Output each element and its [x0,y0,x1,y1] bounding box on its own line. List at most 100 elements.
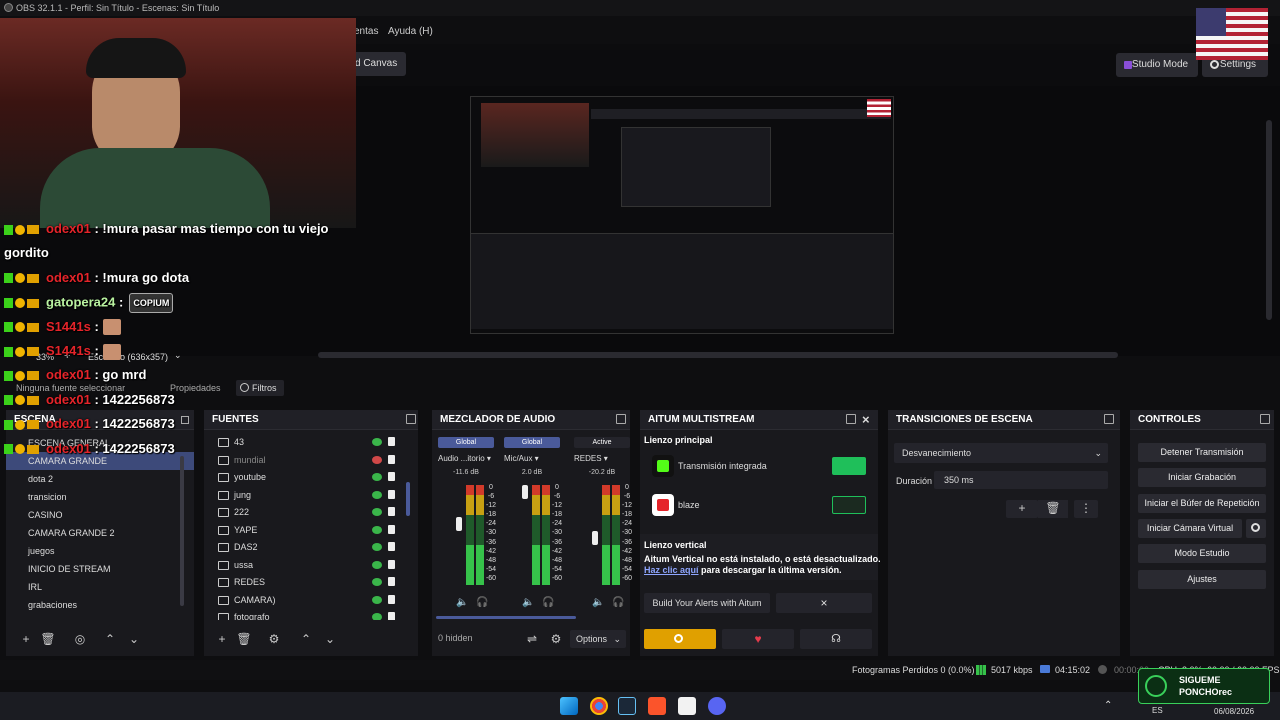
windows-start-icon[interactable] [560,697,578,715]
monitor-headphones-icon[interactable]: 🎧 [612,597,624,608]
studio-mode-button[interactable]: Studio Mode [1116,53,1198,77]
start-virtual-camera-button[interactable]: Iniciar Cámara Virtual [1138,519,1242,538]
mute-speaker-icon[interactable]: 🔈 [592,597,604,608]
scene-item[interactable]: dota 2 [6,470,194,488]
lock-icon[interactable] [388,594,395,604]
source-settings-button[interactable]: ⚙ [266,631,282,647]
stream-preview[interactable] [470,96,894,334]
visibility-eye-icon[interactable] [372,595,382,604]
file-icon[interactable] [678,697,696,715]
source-item[interactable]: jung [204,487,418,505]
source-item[interactable]: youtube [204,469,418,487]
menu-item-help[interactable]: Ayuda (H) [388,26,433,37]
lock-icon[interactable] [388,612,395,620]
lock-icon[interactable] [388,454,395,464]
mixer-layout-button[interactable]: ⇌ [524,631,540,647]
volume-fader[interactable] [456,517,462,531]
mixer-scrollbar[interactable] [436,616,576,619]
transition-select[interactable]: Desvanecimiento ⌄ [894,443,1108,463]
move-scene-up-button[interactable]: ⌃ [102,631,118,647]
visibility-eye-icon[interactable] [372,473,382,481]
tray-chevron-icon[interactable]: ⌃ [1104,700,1112,711]
add-source-button[interactable]: + [214,631,230,647]
stop-streaming-button[interactable]: Detener Transmisión [1138,443,1266,462]
delete-source-button[interactable]: 🗑 [236,631,252,647]
channel-tag[interactable]: Global [504,437,560,448]
start-replay-buffer-button[interactable]: Iniciar el Búfer de Repetición [1138,494,1266,513]
visibility-eye-icon[interactable] [372,508,382,516]
source-item[interactable]: fotografo [204,609,418,620]
channel-tag[interactable]: Active [574,437,630,448]
scene-item[interactable]: IRL [6,578,194,596]
visibility-eye-icon[interactable] [372,613,382,620]
lock-icon[interactable] [388,489,395,499]
delete-transition-button[interactable]: 🗑 [1038,500,1068,518]
move-scene-down-button[interactable]: ⌄ [126,631,142,647]
stream-toggle-button[interactable] [832,457,866,475]
visibility-eye-icon[interactable] [372,560,382,569]
monitor-headphones-icon[interactable]: 🎧 [542,597,554,608]
monitor-headphones-icon[interactable]: 🎧 [476,597,488,608]
multistream-undock-icon[interactable] [846,414,856,424]
controls-undock-icon[interactable] [1260,414,1270,424]
channel-select[interactable]: REDES ▾ [574,452,630,466]
scene-list-scrollbar[interactable] [180,456,184,606]
source-item[interactable]: YAPE [204,522,418,540]
scene-item[interactable]: grabaciones [6,596,194,614]
channel-select[interactable]: Audio ...itorio ▾ [438,452,494,466]
source-list-scrollbar[interactable] [406,482,410,516]
scene-item[interactable]: INICIO DE STREAM [6,560,194,578]
lock-icon[interactable] [388,577,395,586]
heart-icon[interactable]: ♥ [722,629,794,649]
studio-mode-toggle-button[interactable]: Modo Estudio [1138,544,1266,563]
build-alerts-button[interactable]: Build Your Alerts with Aitum [644,593,770,613]
mixer-settings-button[interactable]: ⚙ [548,631,564,647]
mute-speaker-icon[interactable]: 🔈 [522,597,534,608]
menu-item-tools[interactable]: entas [354,26,378,37]
scene-item[interactable]: juegos [6,542,194,560]
steam-icon[interactable] [618,697,636,715]
scene-filter-button[interactable]: ◎ [72,631,88,647]
start-recording-button[interactable]: Iniciar Grabación [1138,468,1266,487]
lock-icon[interactable] [388,524,395,534]
dismiss-alerts-button[interactable]: × [776,593,872,613]
brave-icon[interactable] [648,697,666,715]
preview-horizontal-scrollbar[interactable] [318,352,1118,358]
lock-icon[interactable] [388,507,395,516]
add-scene-button[interactable]: + [18,631,34,647]
lock-icon[interactable] [388,437,395,446]
preview-vertical-scrollbar[interactable] [1266,120,1272,320]
chrome-icon[interactable] [590,697,608,715]
scene-item[interactable]: CASINO [6,506,194,524]
visibility-eye-icon[interactable] [372,438,382,446]
aitum-settings-button[interactable] [644,629,716,649]
transitions-undock-icon[interactable] [1104,414,1114,424]
download-link[interactable]: Haz clic aquí [644,565,699,575]
scene-item[interactable]: CAMARA GRANDE 2 [6,524,194,542]
volume-fader[interactable] [592,531,598,545]
close-icon[interactable]: × [862,410,870,430]
scene-item[interactable]: transicion [6,488,194,506]
source-item[interactable]: REDES [204,574,418,592]
add-transition-button[interactable]: + [1006,500,1038,518]
mute-speaker-icon[interactable]: 🔈 [456,597,468,608]
stream-toggle-button[interactable] [832,496,866,514]
move-source-up-button[interactable]: ⌃ [298,631,314,647]
lock-icon[interactable] [388,559,395,569]
source-item[interactable]: DAS2 [204,539,418,557]
move-source-down-button[interactable]: ⌄ [322,631,338,647]
visibility-eye-icon[interactable] [372,543,382,551]
virtual-camera-settings-button[interactable] [1246,519,1266,538]
visibility-eye-icon[interactable] [372,578,382,586]
duration-input[interactable]: 350 ms [934,471,1108,489]
mixer-options-button[interactable]: Options ⌄ [570,630,626,648]
source-item[interactable]: 222 [204,504,418,522]
discord-icon[interactable]: ☊ [800,629,872,649]
visibility-eye-icon[interactable] [372,455,382,464]
volume-fader[interactable] [522,485,528,499]
visibility-eye-icon[interactable] [372,490,382,499]
lock-icon[interactable] [388,472,395,481]
transition-more-button[interactable]: ⋮ [1074,500,1098,518]
sources-undock-icon[interactable] [406,414,416,424]
discord-taskbar-icon[interactable] [708,697,726,715]
